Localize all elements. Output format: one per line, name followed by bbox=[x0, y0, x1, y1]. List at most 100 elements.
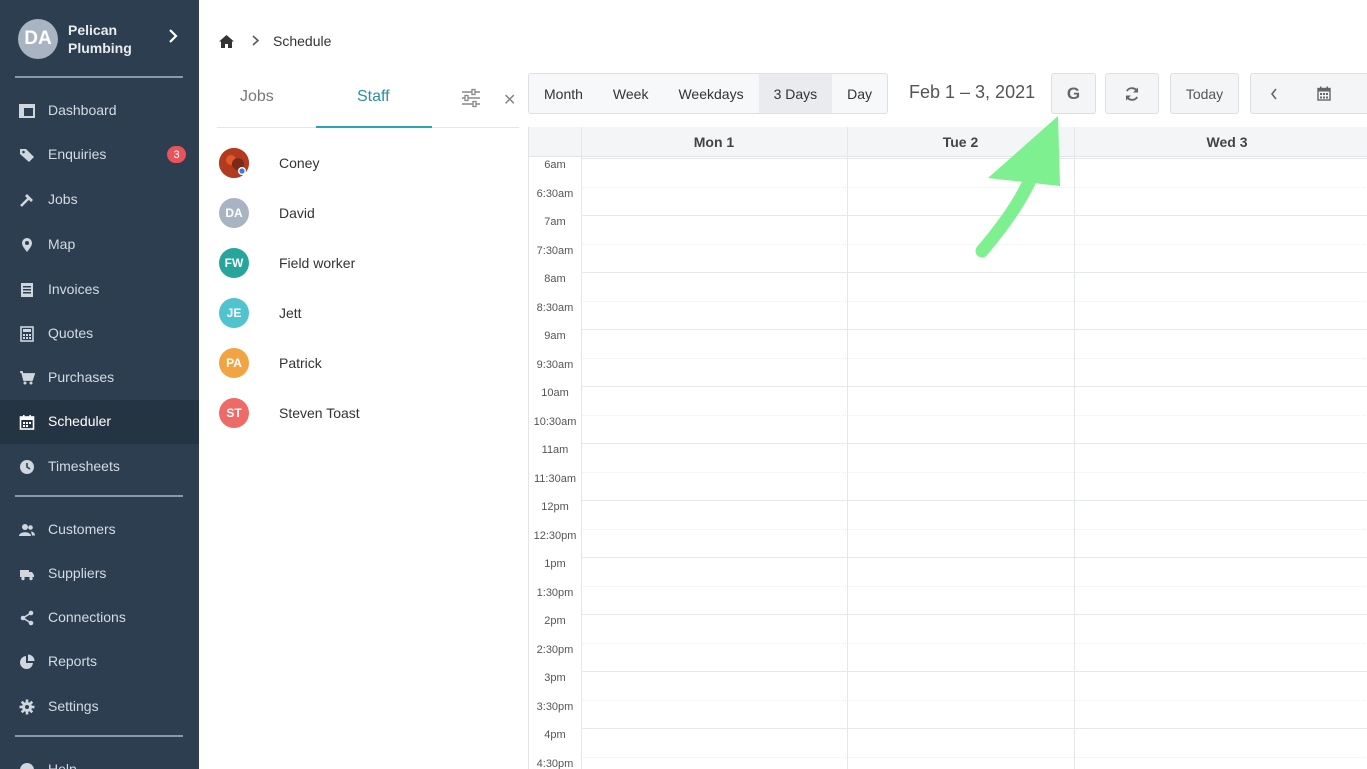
time-label: 3:30pm bbox=[536, 700, 574, 713]
refresh-button[interactable] bbox=[1105, 73, 1159, 114]
staff-row[interactable]: DA David bbox=[219, 193, 519, 233]
chevron-left-icon[interactable] bbox=[1270, 87, 1278, 103]
staff-row[interactable]: FW Field worker bbox=[219, 243, 519, 283]
sidebar-item-invoices[interactable]: Invoices bbox=[0, 268, 199, 312]
time-label: 6am bbox=[544, 159, 566, 171]
time-slot[interactable]: 6am bbox=[529, 158, 1367, 187]
time-slot[interactable]: 3:30pm bbox=[529, 699, 1367, 729]
slot-line bbox=[581, 528, 1367, 530]
sidebar-item-dashboard[interactable]: Dashboard bbox=[0, 89, 199, 133]
time-slot[interactable]: 9am bbox=[529, 329, 1367, 358]
time-slot[interactable]: 10:30am bbox=[529, 414, 1367, 444]
sidebar-item-customers[interactable]: Customers bbox=[0, 508, 199, 552]
sidebar-item-label: Settings bbox=[48, 698, 99, 714]
tab-jobs[interactable]: Jobs bbox=[240, 88, 274, 106]
view-weekdays-button[interactable]: Weekdays bbox=[663, 74, 758, 113]
time-slot[interactable]: 4pm bbox=[529, 728, 1367, 757]
time-slot[interactable]: 7am bbox=[529, 215, 1367, 244]
time-slot[interactable]: 2:30pm bbox=[529, 642, 1367, 672]
time-slot[interactable]: 10am bbox=[529, 386, 1367, 415]
sidebar-item-quotes[interactable]: Quotes bbox=[0, 312, 199, 356]
share-icon bbox=[20, 610, 34, 626]
time-label: 12:30pm bbox=[533, 529, 577, 542]
sidebar-divider bbox=[15, 76, 183, 78]
sidebar-item-label: Jobs bbox=[48, 191, 78, 207]
filter-sliders-icon[interactable] bbox=[461, 88, 481, 108]
sidebar-item-label: Map bbox=[48, 236, 76, 252]
slot-line bbox=[581, 329, 1367, 330]
date-range-label: Feb 1 – 3, 2021 bbox=[909, 82, 1036, 102]
org-switcher[interactable]: DA Pelican Plumbing bbox=[18, 19, 188, 59]
avatar: DA bbox=[219, 198, 249, 228]
sidebar-item-label: Quotes bbox=[48, 325, 94, 341]
tag-icon bbox=[20, 149, 34, 162]
users-icon bbox=[19, 524, 35, 536]
slot-line bbox=[581, 557, 1367, 558]
slot-line bbox=[581, 386, 1367, 387]
sidebar-item-label: Suppliers bbox=[48, 565, 107, 581]
time-slot[interactable]: 11:30am bbox=[529, 471, 1367, 501]
time-slot[interactable]: 4:30pm bbox=[529, 756, 1367, 769]
view-3days-button[interactable]: 3 Days bbox=[758, 74, 833, 113]
sidebar-item-connections[interactable]: Connections bbox=[0, 596, 199, 640]
calendar-icon bbox=[19, 415, 35, 430]
staff-row[interactable]: JE Jett bbox=[219, 293, 519, 333]
staff-name: Patrick bbox=[279, 355, 322, 371]
time-slot[interactable]: 12:30pm bbox=[529, 528, 1367, 558]
sidebar-item-purchases[interactable]: Purchases bbox=[0, 356, 199, 400]
view-week-button[interactable]: Week bbox=[598, 74, 664, 113]
time-label: 7am bbox=[544, 216, 566, 228]
time-slot[interactable]: 3pm bbox=[529, 671, 1367, 700]
time-slot[interactable]: 11am bbox=[529, 443, 1367, 472]
time-slot[interactable]: 1:30pm bbox=[529, 585, 1367, 615]
date-nav-group bbox=[1250, 73, 1367, 114]
sidebar-item-help[interactable]: Help bbox=[0, 748, 199, 769]
close-icon[interactable]: ✕ bbox=[503, 90, 516, 110]
sidebar-divider bbox=[15, 735, 183, 737]
sidebar-item-suppliers[interactable]: Suppliers bbox=[0, 552, 199, 596]
slot-line bbox=[581, 671, 1367, 672]
time-label: 2pm bbox=[544, 615, 566, 627]
staff-name: Field worker bbox=[279, 255, 356, 271]
sidebar-item-enquiries[interactable]: Enquiries 3 bbox=[0, 133, 199, 177]
staff-row[interactable]: Coney bbox=[219, 143, 519, 183]
time-slot[interactable]: 12pm bbox=[529, 500, 1367, 529]
sidebar-item-settings[interactable]: Settings bbox=[0, 685, 199, 729]
staff-name: Jett bbox=[279, 305, 302, 321]
staff-row[interactable]: PA Patrick bbox=[219, 343, 519, 383]
time-label: 3pm bbox=[544, 672, 566, 684]
time-slot[interactable]: 1pm bbox=[529, 557, 1367, 586]
sidebar-item-scheduler[interactable]: Scheduler bbox=[0, 400, 199, 444]
time-slot[interactable]: 7:30am bbox=[529, 243, 1367, 273]
hammer-icon bbox=[20, 194, 33, 207]
time-slot[interactable]: 9:30am bbox=[529, 357, 1367, 387]
time-label: 9am bbox=[544, 330, 566, 342]
sidebar-item-map[interactable]: Map bbox=[0, 223, 199, 267]
time-slot[interactable]: 2pm bbox=[529, 614, 1367, 643]
google-icon: G bbox=[1066, 83, 1081, 103]
sidebar-item-jobs[interactable]: Jobs bbox=[0, 178, 199, 222]
slot-line bbox=[581, 500, 1367, 501]
view-day-button[interactable]: Day bbox=[832, 74, 887, 113]
avatar bbox=[219, 148, 249, 178]
slot-line bbox=[581, 443, 1367, 444]
staff-name: David bbox=[279, 205, 315, 221]
sidebar-item-label: Enquiries bbox=[48, 146, 107, 162]
active-tab-indicator bbox=[316, 126, 432, 128]
time-slot[interactable]: 6:30am bbox=[529, 186, 1367, 216]
sidebar-item-label: Scheduler bbox=[48, 413, 112, 429]
view-month-button[interactable]: Month bbox=[529, 74, 598, 113]
slot-line bbox=[581, 272, 1367, 273]
tab-staff[interactable]: Staff bbox=[357, 88, 390, 106]
time-slot[interactable]: 8:30am bbox=[529, 300, 1367, 330]
sidebar-item-reports[interactable]: Reports bbox=[0, 640, 199, 684]
today-button[interactable]: Today bbox=[1170, 73, 1239, 114]
home-icon[interactable] bbox=[219, 34, 234, 48]
slot-line bbox=[581, 642, 1367, 644]
time-label: 8am bbox=[544, 273, 566, 285]
time-slot[interactable]: 8am bbox=[529, 272, 1367, 301]
staff-row[interactable]: ST Steven Toast bbox=[219, 393, 519, 433]
sidebar-item-timesheets[interactable]: Timesheets bbox=[0, 445, 199, 489]
breadcrumb: Schedule bbox=[219, 31, 331, 51]
calendar-picker-icon[interactable] bbox=[1317, 86, 1331, 104]
